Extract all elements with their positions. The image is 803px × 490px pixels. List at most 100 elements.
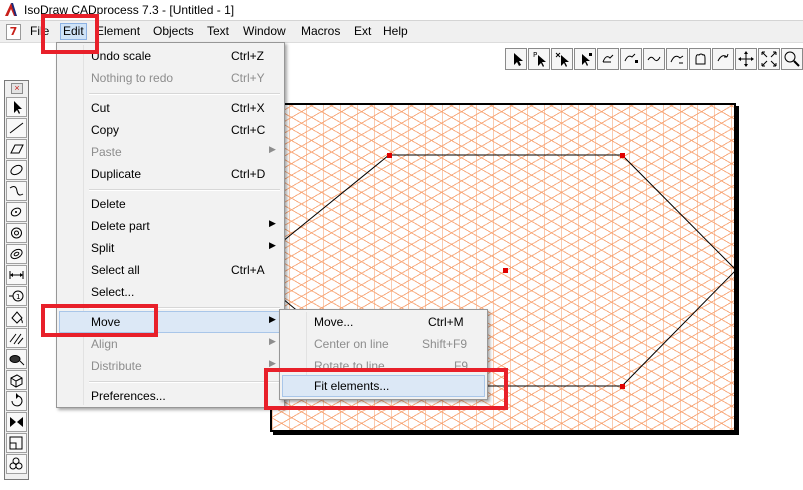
title-bar: IsoDraw CADprocess 7.3 - [Untitled - 1]: [0, 0, 803, 21]
menu-delete[interactable]: Delete: [59, 193, 282, 215]
thread-tool-icon[interactable]: [6, 223, 27, 243]
menu-objects[interactable]: Objects: [151, 24, 196, 39]
menu-undo-label: Undo scale: [91, 49, 152, 63]
menu-edit[interactable]: Edit: [60, 23, 87, 40]
callout-tool-icon[interactable]: 1: [6, 286, 27, 306]
node-handle-icon: [387, 153, 392, 158]
ellipse-tool-icon[interactable]: [6, 160, 27, 180]
hatch-tool-icon[interactable]: [6, 328, 27, 348]
menu-copy-shortcut: Ctrl+C: [231, 123, 266, 137]
menu-redo[interactable]: Nothing to redo Ctrl+Y: [59, 67, 282, 89]
menu-undo[interactable]: Undo scale Ctrl+Z: [59, 45, 282, 67]
menu-align-label: Align: [91, 337, 118, 351]
submenu-fit-elements[interactable]: Fit elements...: [282, 375, 485, 397]
submenu-fit-elements-label: Fit elements...: [314, 379, 390, 393]
svg-text:1: 1: [16, 293, 20, 301]
menu-undo-shortcut: Ctrl+Z: [231, 49, 264, 63]
menu-select[interactable]: Select...: [59, 281, 282, 303]
box-tool-icon[interactable]: [6, 370, 27, 390]
menu-duplicate-label: Duplicate: [91, 167, 142, 181]
mirror-tool-icon[interactable]: [6, 412, 27, 432]
menu-split[interactable]: Split ▶: [59, 237, 282, 259]
menu-distribute[interactable]: Distribute ▶: [59, 355, 282, 377]
menu-paste[interactable]: Paste ▶: [59, 141, 282, 163]
svg-text:P: P: [533, 51, 537, 59]
link-tool-icon[interactable]: [643, 48, 665, 70]
menu-split-label: Split: [91, 241, 115, 255]
hand-tool-icon[interactable]: [597, 48, 619, 70]
select-tool-icon[interactable]: [505, 48, 527, 70]
menu-delete-part-label: Delete part: [91, 219, 150, 233]
fill-tool-icon[interactable]: [6, 307, 27, 327]
window-title: IsoDraw CADprocess 7.3 - [Untitled - 1]: [24, 3, 235, 17]
toolbox-panel: × 1: [4, 80, 29, 480]
menu-move[interactable]: Move ▶: [59, 311, 282, 333]
cut-ellipse-tool-icon[interactable]: [6, 349, 27, 369]
group-tool-icon[interactable]: [6, 454, 27, 474]
submenu-arrow-icon: ▶: [269, 358, 276, 368]
menu-preferences[interactable]: Preferences...: [59, 385, 282, 407]
menu-cut-shortcut: Ctrl+X: [231, 101, 265, 115]
node-handle-icon: [734, 268, 736, 273]
menu-help[interactable]: Help: [381, 24, 410, 39]
select-cross-tool-icon[interactable]: [551, 48, 573, 70]
menu-delete-part[interactable]: Delete part ▶: [59, 215, 282, 237]
spline-tool-icon[interactable]: [6, 181, 27, 201]
line-tool-icon[interactable]: [6, 118, 27, 138]
submenu-rotate-to-line-shortcut: F9: [454, 359, 469, 373]
menu-redo-shortcut: Ctrl+Y: [231, 71, 265, 85]
menu-separator: [89, 189, 280, 191]
dimension-tool-icon[interactable]: [6, 265, 27, 285]
node-handle-icon: [620, 153, 625, 158]
isodraw-logo-icon: [5, 3, 17, 16]
rotate-tool-icon[interactable]: [712, 48, 734, 70]
menu-cut[interactable]: Cut Ctrl+X: [59, 97, 282, 119]
submenu-center-on-line[interactable]: Center on line Shift+F9: [282, 333, 485, 355]
menu-duplicate-shortcut: Ctrl+D: [231, 167, 266, 181]
menu-align[interactable]: Align ▶: [59, 333, 282, 355]
submenu-arrow-icon: ▶: [269, 218, 276, 228]
submenu-arrow-icon: ▶: [269, 336, 276, 346]
menu-select-all-shortcut: Ctrl+A: [231, 263, 265, 277]
move-tool-icon[interactable]: [735, 48, 757, 70]
menu-copy-label: Copy: [91, 123, 120, 137]
menu-select-all[interactable]: Select all Ctrl+A: [59, 259, 282, 281]
submenu-move[interactable]: Move... Ctrl+M: [282, 311, 485, 333]
cylinder-tool-icon[interactable]: [6, 202, 27, 222]
submenu-center-on-line-shortcut: Shift+F9: [422, 337, 468, 351]
pointer-tool-icon[interactable]: [6, 97, 27, 117]
menu-bar: 7 File Edit Element Objects Text Window …: [0, 21, 803, 43]
menu-duplicate[interactable]: Duplicate Ctrl+D: [59, 163, 282, 185]
menu-element[interactable]: Element: [94, 24, 142, 39]
submenu-arrow-icon: ▶: [269, 240, 276, 250]
menu-separator: [89, 307, 280, 309]
transform-tool-icon[interactable]: [666, 48, 688, 70]
submenu-rotate-to-line[interactable]: Rotate to line F9: [282, 355, 485, 377]
hand-select-tool-icon[interactable]: [620, 48, 642, 70]
toolbox-close-icon[interactable]: ×: [11, 83, 23, 94]
menu-preferences-label: Preferences...: [91, 389, 166, 403]
scale-tool-icon[interactable]: [6, 433, 27, 453]
menu-file[interactable]: File: [28, 24, 51, 39]
menu-window[interactable]: Window: [241, 24, 288, 39]
rectangle-tool-icon[interactable]: [6, 139, 27, 159]
fit-view-tool-icon[interactable]: [758, 48, 780, 70]
menu-delete-label: Delete: [91, 197, 126, 211]
menu-ext[interactable]: Ext: [352, 24, 373, 39]
zoom-tool-icon[interactable]: [781, 48, 803, 70]
submenu-move-shortcut: Ctrl+M: [428, 315, 464, 329]
select-p-tool-icon[interactable]: P: [528, 48, 550, 70]
document-icon[interactable]: 7: [6, 24, 21, 40]
menu-select-all-label: Select all: [91, 263, 140, 277]
select-node-tool-icon[interactable]: [574, 48, 596, 70]
menu-separator: [89, 381, 280, 383]
rotate-element-tool-icon[interactable]: [6, 391, 27, 411]
menu-copy[interactable]: Copy Ctrl+C: [59, 119, 282, 141]
menu-paste-label: Paste: [91, 145, 122, 159]
menu-text[interactable]: Text: [205, 24, 231, 39]
grab-tool-icon[interactable]: [689, 48, 711, 70]
menu-macros[interactable]: Macros: [299, 24, 342, 39]
submenu-move-label: Move...: [314, 315, 354, 329]
edit-menu-dropdown: Undo scale Ctrl+Z Nothing to redo Ctrl+Y…: [56, 42, 285, 408]
torus-tool-icon[interactable]: [6, 244, 27, 264]
